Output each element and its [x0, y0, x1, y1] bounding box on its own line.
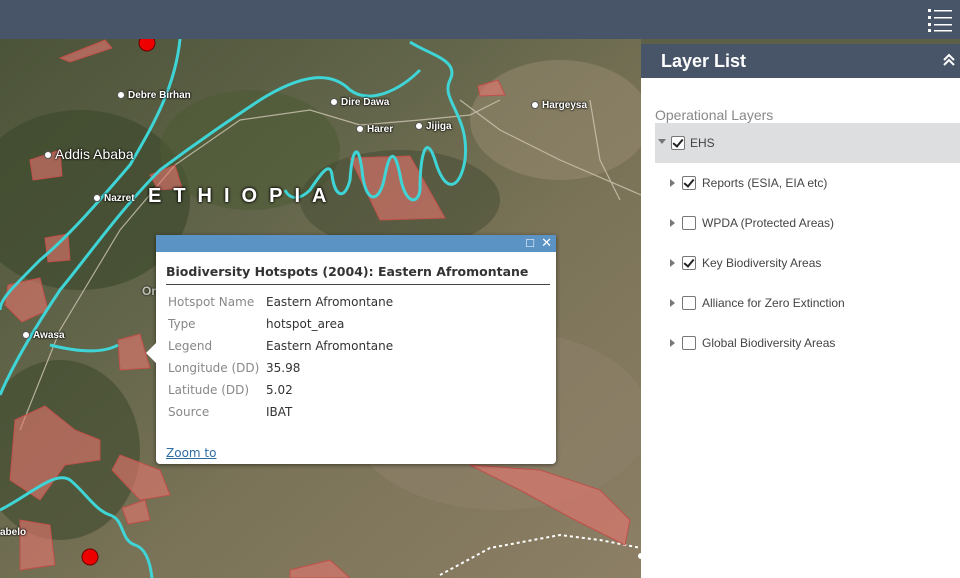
popup-header: □ ✕ [156, 235, 556, 252]
layer-item-gba[interactable]: Global Biodiversity Areas [641, 335, 960, 355]
layer-item-reports[interactable]: Reports (ESIA, EIA etc) [641, 175, 960, 195]
check-icon [683, 176, 695, 188]
attribute-row: Legend Eastern Afromontane [168, 339, 394, 353]
panel-header: Layer List [641, 44, 960, 78]
close-icon[interactable]: ✕ [541, 236, 552, 250]
layer-label: WPDA (Protected Areas) [702, 216, 835, 230]
layer-list-icon[interactable] [926, 6, 954, 34]
layer-label: Alliance for Zero Extinction [702, 296, 845, 310]
layer-list-panel: Layer List Operational Layers EHS Report… [641, 44, 960, 578]
city-label: abelo [0, 527, 27, 538]
city-label: Hargeysa [531, 100, 587, 111]
attribute-row: Source IBAT [168, 405, 293, 419]
layer-checkbox[interactable] [682, 336, 696, 350]
double-chevron-up-icon[interactable] [942, 53, 956, 67]
zoom-to-link[interactable]: Zoom to [166, 446, 216, 460]
city-label: Awasa [22, 330, 65, 341]
layer-label: Global Biodiversity Areas [702, 336, 836, 350]
layer-label: Key Biodiversity Areas [702, 256, 822, 270]
expand-triangle-icon[interactable] [670, 219, 675, 227]
check-icon [672, 136, 684, 148]
popup-pointer [146, 343, 156, 363]
city-label: Debre Birhan [117, 90, 191, 101]
layer-label: Reports (ESIA, EIA etc) [702, 176, 828, 190]
top-bar [0, 0, 960, 39]
expand-triangle-icon[interactable] [670, 339, 675, 347]
attribute-row: Longitude (DD) 35.98 [168, 361, 301, 375]
city-label: Harer [356, 124, 393, 135]
feature-popup: □ ✕ Biodiversity Hotspots (2004): Easter… [146, 235, 556, 464]
city-label: Dire Dawa [330, 97, 389, 108]
country-label: ETHIOPIA [148, 185, 339, 207]
check-icon [683, 256, 695, 268]
popup-divider [166, 284, 550, 285]
layer-checkbox[interactable] [682, 176, 696, 190]
layer-item-kba[interactable]: Key Biodiversity Areas [641, 255, 960, 275]
city-label: Nazret [93, 193, 135, 204]
ehs-checkbox[interactable] [671, 136, 685, 150]
expand-triangle-icon[interactable] [670, 179, 675, 187]
layer-item-wpda[interactable]: WPDA (Protected Areas) [641, 215, 960, 235]
expand-triangle-icon[interactable] [658, 139, 666, 144]
layer-group-ehs[interactable]: EHS [655, 123, 960, 163]
layer-item-aze[interactable]: Alliance for Zero Extinction [641, 295, 960, 315]
attribute-row: Hotspot Name Eastern Afromontane [168, 295, 394, 309]
attribute-row: Type hotspot_area [168, 317, 345, 331]
layer-checkbox[interactable] [682, 296, 696, 310]
layer-checkbox[interactable] [682, 216, 696, 230]
layer-checkbox[interactable] [682, 256, 696, 270]
expand-triangle-icon[interactable] [670, 299, 675, 307]
attribute-row: Latitude (DD) 5.02 [168, 383, 293, 397]
city-label: Addis Ababa [44, 146, 134, 162]
panel-title: Layer List [661, 51, 747, 71]
popup-title: Biodiversity Hotspots (2004): Eastern Af… [166, 264, 529, 279]
operational-layers-label: Operational Layers [655, 107, 774, 123]
expand-triangle-icon[interactable] [670, 259, 675, 267]
partial-label: Or [142, 284, 157, 298]
maximize-icon[interactable]: □ [526, 236, 534, 250]
layer-group-label: EHS [690, 136, 715, 150]
city-label: Jijiga [415, 121, 452, 132]
